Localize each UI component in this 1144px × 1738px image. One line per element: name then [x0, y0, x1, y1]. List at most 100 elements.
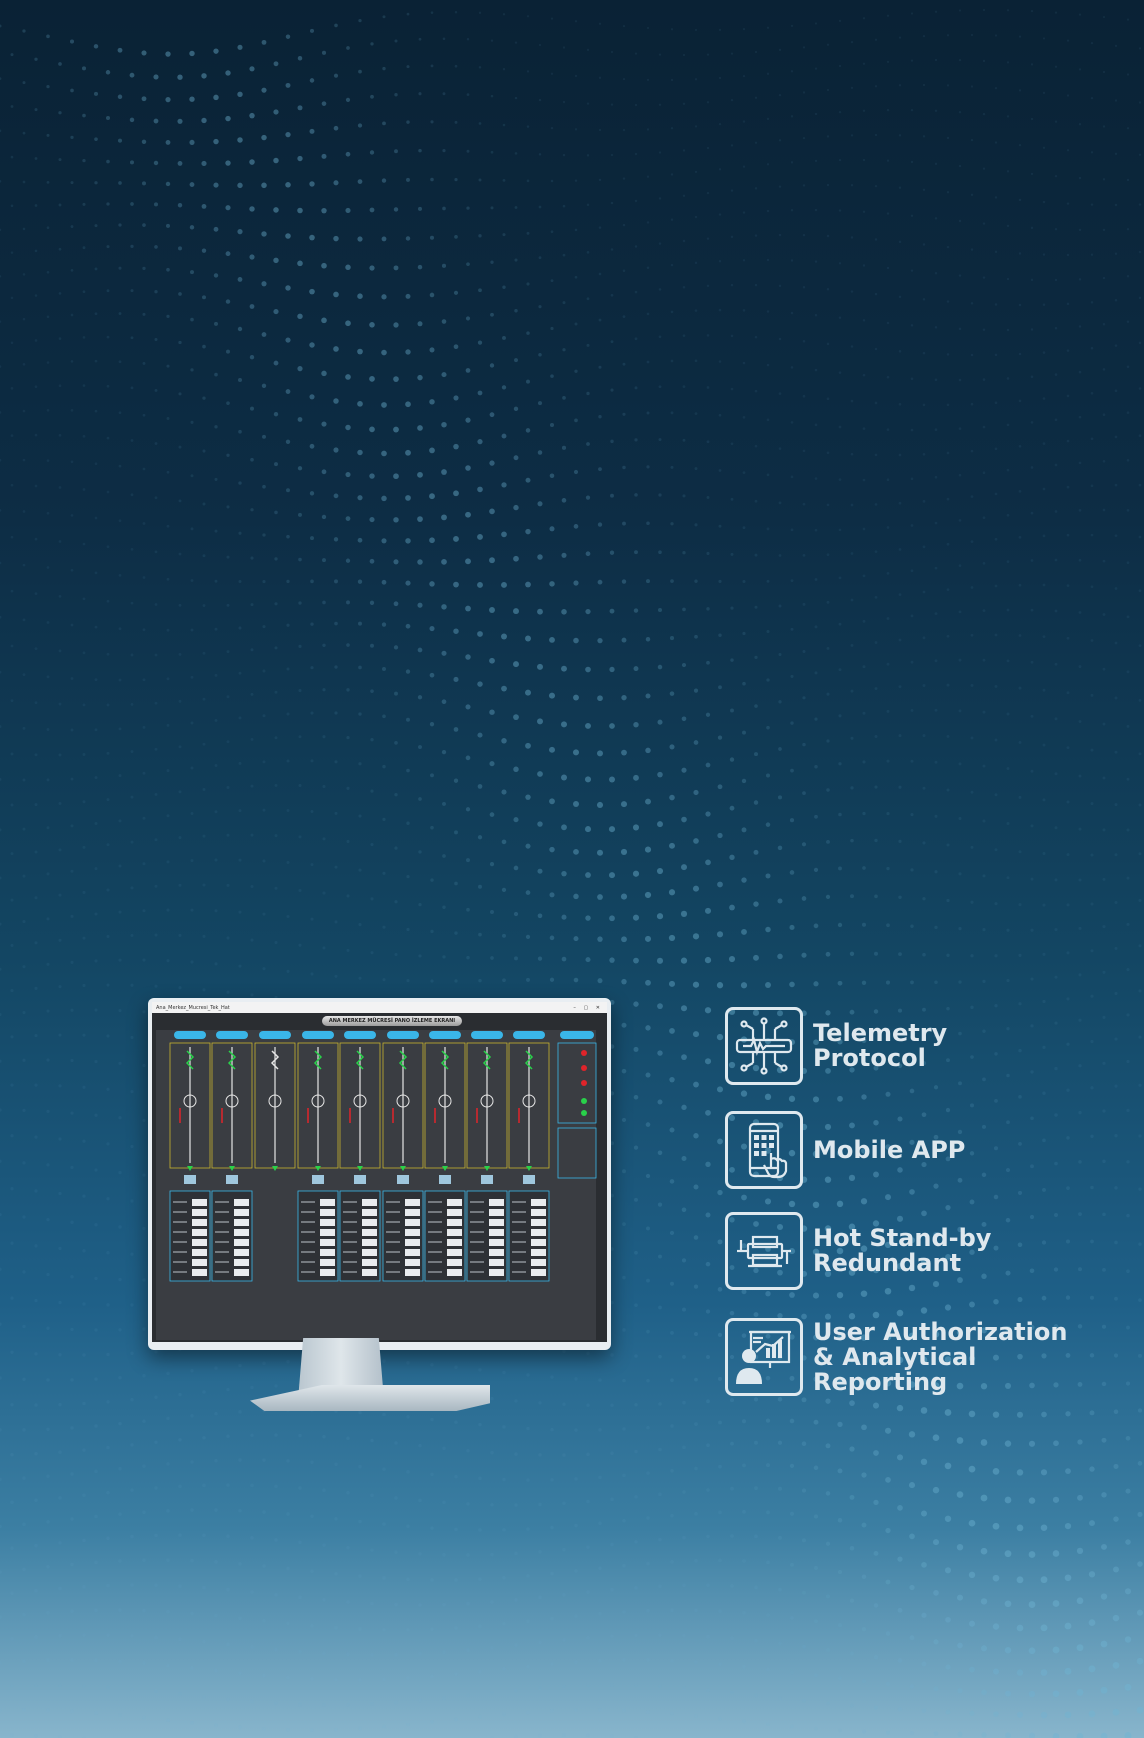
dot-wave-background	[0, 8, 1144, 1738]
measurement-cell	[447, 1229, 462, 1236]
measurement-cell	[489, 1209, 504, 1216]
window-controls[interactable]: – ▢ ✕	[573, 1005, 603, 1011]
feature-label: User Authorization & Analytical Reportin…	[813, 1317, 1068, 1396]
measurement-cell	[234, 1209, 249, 1216]
measurement-cell	[320, 1269, 335, 1276]
measurement-cell	[362, 1219, 377, 1226]
measurement-cell	[320, 1209, 335, 1216]
measurement-cell	[531, 1249, 546, 1256]
status-lamp	[581, 1110, 587, 1116]
meter-icon	[354, 1175, 366, 1184]
scada-canvas	[156, 1030, 596, 1340]
feeder-header-button	[259, 1031, 291, 1039]
redundant-connector-icon	[725, 1212, 803, 1290]
status-header-button	[560, 1031, 594, 1039]
measurement-cell	[405, 1259, 420, 1266]
measurement-cell	[192, 1199, 207, 1206]
measurement-cell	[489, 1269, 504, 1276]
measurement-cell	[489, 1229, 504, 1236]
measurement-cell	[447, 1249, 462, 1256]
scada-screen: Ana_Merkez_Mucresi_Tek_Hat – ▢ ✕ ANA MER…	[152, 1002, 607, 1342]
feeder-header-button	[344, 1031, 376, 1039]
alarm-lamp	[581, 1080, 587, 1086]
measurement-cell	[405, 1209, 420, 1216]
measurement-cell	[447, 1239, 462, 1246]
meter-icon	[312, 1175, 324, 1184]
measurement-cell	[192, 1209, 207, 1216]
measurement-cell	[362, 1229, 377, 1236]
meter-icon	[397, 1175, 409, 1184]
measurement-cell	[405, 1199, 420, 1206]
measurement-cell	[447, 1199, 462, 1206]
measurement-cell	[362, 1249, 377, 1256]
window-title: Ana_Merkez_Mucresi_Tek_Hat	[156, 1004, 230, 1011]
measurement-cell	[362, 1269, 377, 1276]
measurement-cell	[362, 1199, 377, 1206]
measurement-cell	[405, 1249, 420, 1256]
measurement-cell	[320, 1219, 335, 1226]
alarm-lamp	[581, 1065, 587, 1071]
measurement-cell	[234, 1199, 249, 1206]
feeder-header-button	[216, 1031, 248, 1039]
feeder-header-button	[302, 1031, 334, 1039]
single-line-diagram	[156, 1030, 597, 1340]
measurement-cell	[489, 1239, 504, 1246]
measurement-cell	[192, 1249, 207, 1256]
measurement-cell	[234, 1249, 249, 1256]
measurement-cell	[234, 1219, 249, 1226]
mobile-touch-icon	[725, 1111, 803, 1189]
measurement-cell	[234, 1239, 249, 1246]
measurement-cell	[234, 1259, 249, 1266]
measurement-cell	[405, 1269, 420, 1276]
measurement-cell	[447, 1269, 462, 1276]
meter-icon	[226, 1175, 238, 1184]
meter-icon	[184, 1175, 196, 1184]
measurement-cell	[405, 1219, 420, 1226]
feeder-header-button	[174, 1031, 206, 1039]
feature-label: Telemetry Protocol	[813, 1019, 948, 1072]
measurement-cell	[192, 1219, 207, 1226]
measurement-cell	[192, 1239, 207, 1246]
measurement-cell	[489, 1199, 504, 1206]
measurement-cell	[405, 1229, 420, 1236]
measurement-cell	[362, 1239, 377, 1246]
measurement-cell	[362, 1259, 377, 1266]
feeder-header-button	[429, 1031, 461, 1039]
measurement-cell	[531, 1199, 546, 1206]
meter-icon	[439, 1175, 451, 1184]
measurement-cell	[234, 1229, 249, 1236]
window-titlebar: Ana_Merkez_Mucresi_Tek_Hat – ▢ ✕	[152, 1002, 607, 1013]
measurement-cell	[320, 1259, 335, 1266]
feeder-header-button	[387, 1031, 419, 1039]
measurement-cell	[531, 1219, 546, 1226]
feature-label: Mobile APP	[813, 1135, 966, 1164]
feeder-header-button	[471, 1031, 503, 1039]
measurement-cell	[192, 1269, 207, 1276]
feature-user-authorization: User Authorization & Analytical Reportin…	[725, 1318, 1067, 1396]
measurement-cell	[362, 1209, 377, 1216]
feature-hot-standby: Hot Stand-by Redundant	[725, 1212, 991, 1290]
measurement-cell	[531, 1259, 546, 1266]
measurement-cell	[192, 1259, 207, 1266]
measurement-cell	[531, 1229, 546, 1236]
status-lamp	[581, 1098, 587, 1104]
measurement-cell	[489, 1259, 504, 1266]
measurement-cell	[447, 1259, 462, 1266]
measurement-cell	[447, 1219, 462, 1226]
alarm-lamp	[581, 1050, 587, 1056]
measurement-cell	[234, 1269, 249, 1276]
measurement-cell	[405, 1239, 420, 1246]
monitor-bezel: Ana_Merkez_Mucresi_Tek_Hat – ▢ ✕ ANA MER…	[148, 998, 611, 1350]
feature-label: Hot Stand-by Redundant	[813, 1224, 992, 1277]
meter-icon	[523, 1175, 535, 1184]
measurement-cell	[447, 1209, 462, 1216]
measurement-cell	[489, 1249, 504, 1256]
feature-telemetry: Telemetry Protocol	[725, 1007, 947, 1085]
feeder-header-button	[513, 1031, 545, 1039]
meter-icon	[481, 1175, 493, 1184]
measurement-cell	[320, 1249, 335, 1256]
feature-mobile-app: Mobile APP	[725, 1111, 965, 1189]
measurement-cell	[320, 1199, 335, 1206]
measurement-cell	[531, 1209, 546, 1216]
measurement-cell	[531, 1269, 546, 1276]
